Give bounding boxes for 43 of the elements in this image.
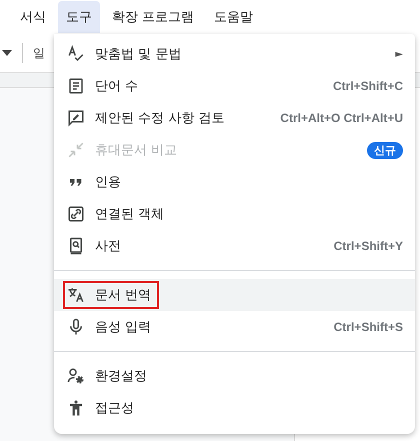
menu-item-label: 인용 [95,174,121,191]
shortcut-text: Ctrl+Shift+Y [334,239,403,253]
new-badge: 신규 [367,142,403,158]
menu-item-label: 맞춤법 및 문법 [95,46,182,63]
menu-item-label: 제안된 수정 사항 검토 [95,110,224,127]
comment-edit-icon [67,109,85,127]
menu-item[interactable]: 인용 [54,166,415,198]
menu-item[interactable]: 단어 수 Ctrl+Shift+C [54,70,415,102]
menu-item[interactable]: 사전 Ctrl+Shift+Y [54,230,415,262]
menu-bar-item[interactable]: 도움말 [206,1,262,33]
microphone-icon [67,318,85,336]
shortcut-text: Ctrl+Alt+O Ctrl+Alt+U [280,111,403,125]
menu-item-label: 문서 번역 [95,287,152,304]
menu-item-label: 휴대문서 비교 [95,142,178,159]
menu-item[interactable]: 환경설정 [54,360,415,392]
menu-item-label: 단어 수 [95,78,138,95]
user-gear-icon [67,367,85,385]
menu-item[interactable]: 문서 번역 [54,279,415,311]
dictionary-icon [67,237,85,255]
menu-item-label: 환경설정 [95,368,147,385]
menu-bar-item[interactable]: 도구 [58,1,100,33]
style-dropdown[interactable]: 일 [33,44,45,62]
menu-item-label: 사전 [95,238,121,255]
shortcut-text: Ctrl+Shift+S [334,320,403,334]
submenu-arrow: ► [395,48,403,60]
menu-item[interactable]: 연결된 객체 [54,198,415,230]
translate-icon [67,286,85,304]
spellcheck-icon [67,45,85,63]
compare-arrows-icon [67,141,85,159]
accessibility-icon [67,399,85,417]
link-icon [67,205,85,223]
menu-item-label: 연결된 객체 [95,206,164,223]
menu-item[interactable]: 맞춤법 및 문법 ► [54,38,415,70]
document-icon [67,77,85,95]
menu-item[interactable]: 제안된 수정 사항 검토 Ctrl+Alt+O Ctrl+Alt+U [54,102,415,134]
menu-item-label: 음성 입력 [95,319,152,336]
menu-item[interactable]: 음성 입력 Ctrl+Shift+S [54,311,415,343]
caret-icon[interactable] [2,50,12,56]
menu-item-label: 접근성 [95,400,134,417]
shortcut-text: Ctrl+Shift+C [332,79,403,93]
menu-bar-item[interactable]: 서식 [12,1,54,33]
menu-bar-item[interactable]: 확장 프로그램 [104,1,202,33]
menu-item[interactable]: 접근성 [54,392,415,424]
